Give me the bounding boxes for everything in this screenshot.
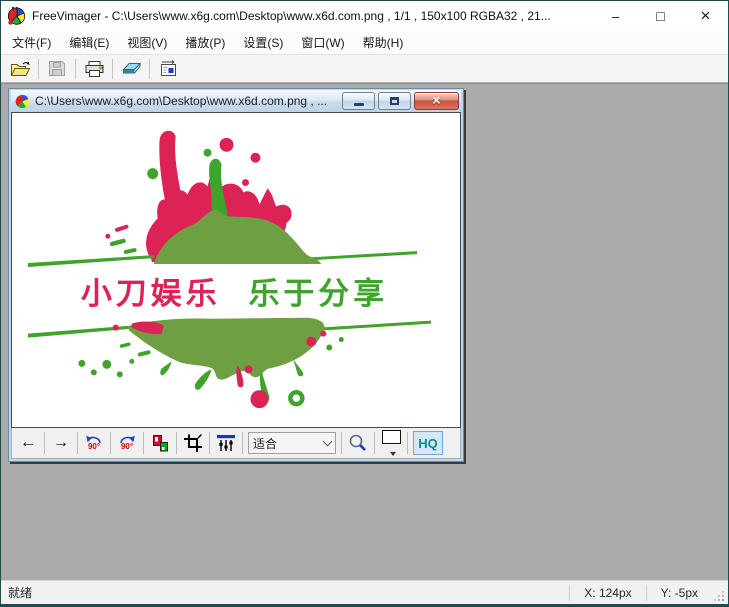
menu-window[interactable]: 窗口(W)	[292, 31, 353, 54]
close-icon: ×	[432, 93, 440, 107]
toolbar-separator	[38, 59, 39, 79]
toolbar-separator	[143, 432, 144, 454]
app-icon	[8, 7, 26, 25]
child-restore-button[interactable]	[378, 92, 411, 110]
child-minimize-button[interactable]	[342, 92, 375, 110]
cursor-y-coordinate: Y: -5px	[646, 585, 712, 601]
window-controls: – □ ×	[593, 1, 728, 31]
menu-view[interactable]: 视图(V)	[118, 31, 176, 54]
crop-button[interactable]	[180, 430, 206, 456]
print-icon	[84, 60, 105, 78]
image-child-window[interactable]: C:\Users\www.x6g.com\Desktop\www.x6d.com…	[8, 88, 464, 462]
print-button[interactable]	[79, 56, 109, 81]
rotate-right-button[interactable]: 90°	[114, 430, 140, 456]
open-file-button[interactable]	[5, 56, 35, 81]
color-adjust-button[interactable]	[147, 430, 173, 456]
image-canvas[interactable]: 小刀娱乐 乐于分享	[11, 112, 461, 428]
toolbar-separator	[44, 432, 45, 454]
main-toolbar	[1, 54, 728, 83]
scan-button[interactable]	[116, 56, 146, 81]
open-folder-icon	[10, 60, 31, 78]
rotate-right-label: 90°	[121, 443, 133, 451]
batch-convert-icon	[158, 60, 179, 78]
displayed-image: 小刀娱乐 乐于分享	[12, 113, 460, 427]
toolbar-separator	[242, 432, 243, 454]
toolbar-separator	[110, 432, 111, 454]
restore-icon	[390, 97, 399, 105]
child-window-title: C:\Users\www.x6g.com\Desktop\www.x6d.com…	[35, 94, 339, 108]
color-swatch-icon	[382, 430, 401, 444]
caret-down-icon	[390, 452, 396, 456]
logo-text-row: 小刀娱乐 乐于分享	[81, 276, 388, 312]
logo-text-green: 乐于分享	[248, 276, 388, 312]
zoom-mode-value: 适合	[253, 435, 324, 452]
child-window-icon	[15, 94, 30, 109]
background-color-button[interactable]	[378, 430, 404, 456]
maximize-button[interactable]: □	[638, 1, 683, 31]
child-icon-graphic	[15, 94, 30, 109]
toolbar-separator	[149, 59, 150, 79]
rotate-left-button[interactable]: 90°	[81, 430, 107, 456]
mdi-client-area: C:\Users\www.x6g.com\Desktop\www.x6d.com…	[1, 83, 728, 580]
toolbar-separator	[176, 432, 177, 454]
menu-play[interactable]: 播放(P)	[176, 31, 234, 54]
status-bar: 就绪 X: 124px Y: -5px	[1, 580, 728, 604]
zoom-tool-button[interactable]	[345, 430, 371, 456]
app-icon-graphic	[8, 7, 26, 25]
scan-icon	[121, 60, 142, 78]
save-icon	[48, 60, 66, 77]
next-image-button[interactable]: →	[48, 430, 74, 456]
resize-grip[interactable]	[712, 581, 728, 605]
forward-arrow-icon: →	[53, 435, 69, 451]
toolbar-separator	[341, 432, 342, 454]
toolbar-separator	[112, 59, 113, 79]
sliders-icon	[215, 433, 237, 453]
back-arrow-icon: ←	[20, 435, 36, 451]
status-message: 就绪	[1, 584, 569, 601]
magnifier-icon	[348, 433, 368, 453]
chevron-down-icon	[323, 436, 333, 446]
menu-settings[interactable]: 设置(S)	[234, 31, 292, 54]
zoom-mode-select[interactable]: 适合	[248, 432, 336, 454]
child-close-button[interactable]: ×	[414, 92, 459, 110]
main-titlebar[interactable]: FreeVimager - C:\Users\www.x6g.com\Deskt…	[1, 1, 728, 31]
crop-icon	[183, 433, 203, 453]
logo-text-red: 小刀娱乐	[81, 276, 221, 312]
menu-bar: 文件(F) 编辑(E) 视图(V) 播放(P) 设置(S) 窗口(W) 帮助(H…	[1, 31, 728, 54]
child-toolbar: ← → 90° 90°	[11, 428, 461, 459]
previous-image-button[interactable]: ←	[15, 430, 41, 456]
toolbar-separator	[75, 59, 76, 79]
minimize-icon	[354, 103, 364, 106]
image-settings-button[interactable]	[213, 430, 239, 456]
batch-convert-button[interactable]	[153, 56, 183, 81]
save-file-button[interactable]	[42, 56, 72, 81]
high-quality-toggle[interactable]: HQ	[413, 431, 443, 455]
toolbar-separator	[209, 432, 210, 454]
child-titlebar[interactable]: C:\Users\www.x6g.com\Desktop\www.x6d.com…	[11, 90, 461, 112]
logo-green-ring	[290, 392, 302, 404]
toolbar-separator	[407, 432, 408, 454]
menu-edit[interactable]: 编辑(E)	[60, 31, 118, 54]
close-button[interactable]: ×	[683, 1, 728, 31]
toolbar-separator	[77, 432, 78, 454]
color-adjust-icon	[150, 433, 170, 453]
minimize-button[interactable]: –	[593, 1, 638, 31]
window-title: FreeVimager - C:\Users\www.x6g.com\Deskt…	[32, 9, 593, 23]
menu-file[interactable]: 文件(F)	[3, 31, 60, 54]
cursor-x-coordinate: X: 124px	[569, 585, 645, 601]
rotate-left-label: 90°	[88, 443, 100, 451]
freevimager-window: FreeVimager - C:\Users\www.x6g.com\Deskt…	[0, 0, 729, 607]
menu-help[interactable]: 帮助(H)	[354, 31, 413, 54]
toolbar-separator	[374, 432, 375, 454]
